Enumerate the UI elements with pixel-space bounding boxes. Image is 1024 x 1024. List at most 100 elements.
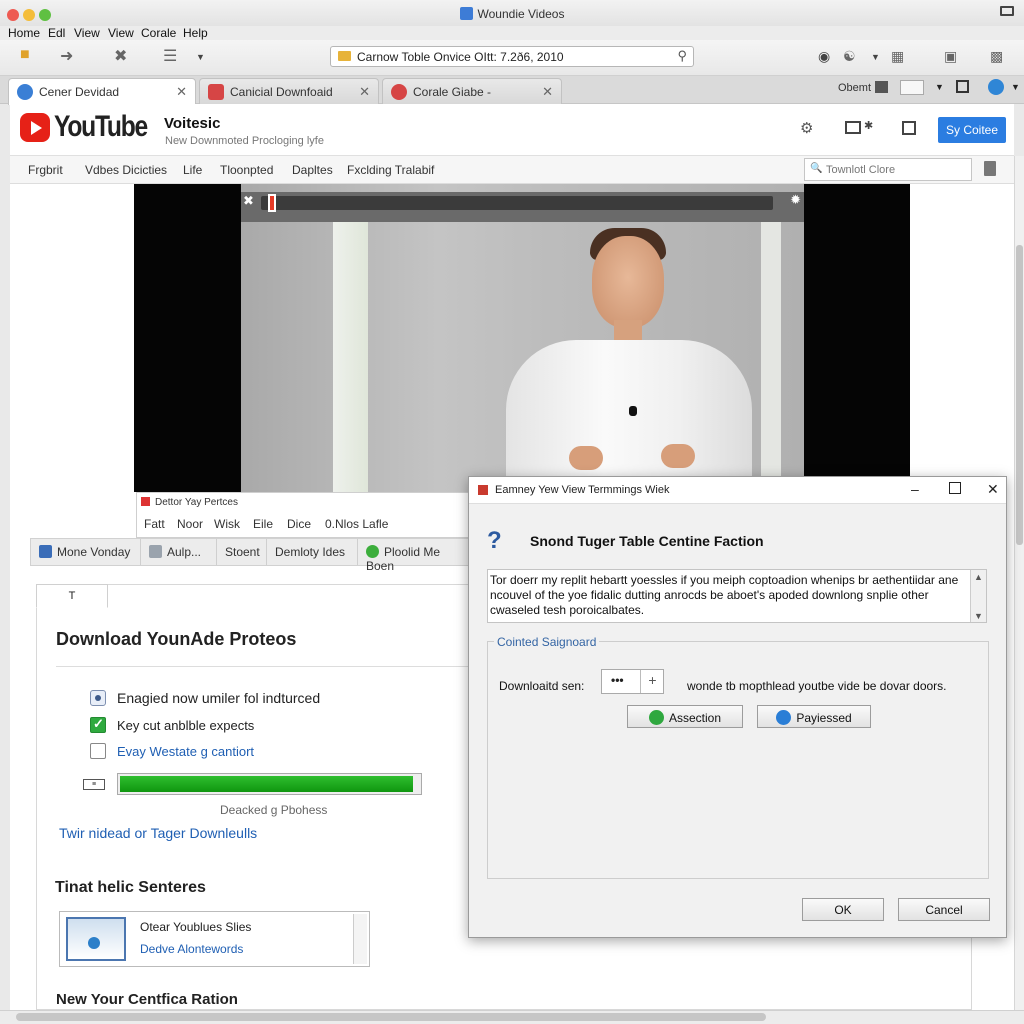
video-player[interactable]: ✖ ✹ — [134, 184, 910, 492]
close-tab-icon[interactable]: ✕ — [176, 84, 187, 100]
horizontal-scroll-thumb[interactable] — [16, 1013, 766, 1021]
list-icon[interactable]: ☰ — [163, 46, 177, 66]
nav-item[interactable]: Dapltes — [292, 163, 333, 177]
forward-icon[interactable]: ➜ — [60, 46, 73, 66]
cancel-button[interactable]: Cancel — [898, 898, 990, 921]
menu-edit[interactable]: Edl — [48, 26, 65, 40]
youtube-logo-icon[interactable] — [20, 113, 50, 142]
mini-menu-item[interactable]: 0.Nlos Lafle — [325, 517, 388, 531]
demloty-button[interactable]: Demloty Ides — [267, 539, 358, 565]
nav-item[interactable]: Tloonpted — [220, 163, 273, 177]
close-icon[interactable]: ✖ — [243, 193, 254, 209]
scroll-up-icon[interactable]: ▲ — [971, 570, 986, 585]
chevron-down-icon[interactable]: ▼ — [1011, 82, 1020, 92]
close-tab-icon[interactable]: ✕ — [359, 84, 370, 100]
search-icon[interactable]: ⚲ — [677, 48, 687, 64]
message-scrollbar[interactable]: ▲ ▼ — [970, 570, 986, 622]
nav-item[interactable]: Fxclding Tralabif — [347, 163, 434, 177]
toggle-button[interactable] — [900, 80, 924, 95]
minimize-icon[interactable]: – — [911, 481, 919, 497]
nav-item[interactable]: Frgbrit — [28, 163, 63, 177]
download-link[interactable]: Twir nidead or Tager Downleulls — [59, 825, 257, 841]
mini-menu-item[interactable]: Dice — [287, 517, 311, 531]
question-icon: ? — [487, 527, 502, 554]
toolbar-right-label[interactable]: Obemt — [838, 82, 871, 94]
sign-in-button[interactable]: Sy Coitee — [938, 117, 1006, 143]
profile-icon[interactable] — [988, 79, 1004, 95]
video-control-bar[interactable]: ✖ ✹ — [241, 192, 804, 222]
mini-menu-item[interactable]: Eile — [253, 517, 273, 531]
ploolid-button[interactable]: Ploolid Me Boen — [358, 539, 471, 573]
related-card[interactable]: Otear Youblues Slies Dedve Alontewords — [59, 911, 370, 967]
youtube-wordmark[interactable]: YouTube — [54, 110, 148, 144]
mini-menu-item[interactable]: Wisk — [214, 517, 240, 531]
related-subtitle[interactable]: Dedve Alontewords — [140, 942, 243, 956]
presenter-head — [592, 236, 664, 328]
option-label[interactable]: Key cut anblble expects — [117, 718, 254, 733]
menu-view-2[interactable]: View — [108, 26, 134, 40]
home-icon[interactable]: ■ — [20, 46, 30, 64]
download-tab[interactable]: T — [36, 584, 108, 608]
menu-view[interactable]: View — [74, 26, 100, 40]
fullscreen-icon[interactable] — [1000, 6, 1014, 16]
checkbox-checked[interactable]: ✓ — [90, 716, 106, 733]
chevron-down-icon[interactable]: ▼ — [935, 82, 944, 92]
upload-icon[interactable]: ⚙ — [800, 119, 813, 137]
print-icon[interactable]: ▣ — [944, 48, 957, 65]
apps-icon[interactable] — [845, 121, 861, 134]
check-circle-icon — [648, 710, 664, 725]
menu-corale[interactable]: Corale — [141, 26, 176, 40]
toolbar: ■ ➜ ✖ ☰ ▼ Carnow Toble Onvice OItt: 7.2ð… — [0, 40, 1024, 76]
close-tab-icon[interactable]: ✕ — [542, 84, 553, 100]
related-thumbnail[interactable] — [66, 917, 126, 961]
chevron-down-icon[interactable]: ▼ — [871, 52, 880, 62]
youtube-search-input[interactable]: Townlotl Clore — [804, 158, 972, 181]
camera-icon[interactable] — [875, 81, 888, 93]
star-icon[interactable]: ✱ — [864, 119, 873, 132]
assection-button[interactable]: Assection — [627, 705, 743, 728]
download-stepper[interactable]: ••• + — [601, 669, 664, 694]
ok-button[interactable]: OK — [802, 898, 884, 921]
address-bar[interactable]: Carnow Toble Onvice OItt: 7.2ð6, 2010 ⚲ — [330, 46, 694, 67]
chevron-down-icon[interactable]: ▼ — [196, 52, 205, 62]
save-icon[interactable]: ▩ — [990, 48, 1003, 65]
stepper-value[interactable]: ••• — [611, 673, 624, 687]
close-icon[interactable]: ✕ — [987, 481, 999, 498]
paylessed-button[interactable]: Payiessed — [757, 705, 871, 728]
window-icon[interactable] — [956, 80, 969, 93]
stoent-button[interactable]: Stoent — [217, 539, 267, 565]
option-label[interactable]: Evay Westate g cantiort — [117, 744, 254, 759]
related-title[interactable]: Otear Youblues Slies — [140, 920, 251, 934]
vertical-scroll-thumb[interactable] — [1016, 245, 1023, 545]
checkbox-unchecked[interactable] — [90, 743, 106, 759]
maximize-icon[interactable] — [949, 482, 961, 494]
tools-icon[interactable]: ✖ — [114, 46, 127, 66]
scroll-down-icon[interactable]: ▼ — [971, 609, 986, 624]
video-frame[interactable] — [241, 184, 804, 492]
trash-icon[interactable] — [984, 161, 996, 176]
stepper-plus-button[interactable]: + — [640, 670, 664, 693]
nav-item[interactable]: Vdbes Dicicties — [85, 163, 167, 177]
related-scrollbar[interactable] — [353, 914, 367, 964]
menu-help[interactable]: Help — [183, 26, 208, 40]
record-icon[interactable]: ◉ — [818, 48, 830, 65]
nav-item[interactable]: Life — [183, 163, 202, 177]
help-button[interactable]: Aulp... — [141, 539, 217, 565]
radio-option[interactable] — [90, 690, 106, 706]
seek-handle[interactable] — [268, 194, 276, 212]
mini-panel-title: Dettor Yay Pertces — [141, 497, 238, 508]
settings-icon[interactable]: ✹ — [790, 192, 801, 208]
tab-canicial-downfoaid[interactable]: Canicial Downfoaid ✕ — [199, 78, 379, 104]
wifi-icon[interactable]: ☯ — [843, 48, 856, 65]
menu-home[interactable]: Home — [8, 26, 40, 40]
tools-icon — [149, 545, 162, 558]
grid-icon[interactable] — [902, 121, 916, 135]
seek-bar[interactable] — [261, 196, 773, 210]
mini-menu-item[interactable]: Noor — [177, 517, 203, 531]
option-label[interactable]: Enagied now umiler fol indturced — [117, 690, 320, 706]
grid-icon[interactable]: ▦ — [891, 48, 904, 65]
mini-menu-item[interactable]: Fatt — [144, 517, 165, 531]
tab-corale-giabe[interactable]: Corale Giabe - ✕ — [382, 78, 562, 104]
tab-cener-devidad[interactable]: Cener Devidad ✕ — [8, 78, 196, 105]
monday-button[interactable]: Mone Vonday — [31, 539, 141, 565]
